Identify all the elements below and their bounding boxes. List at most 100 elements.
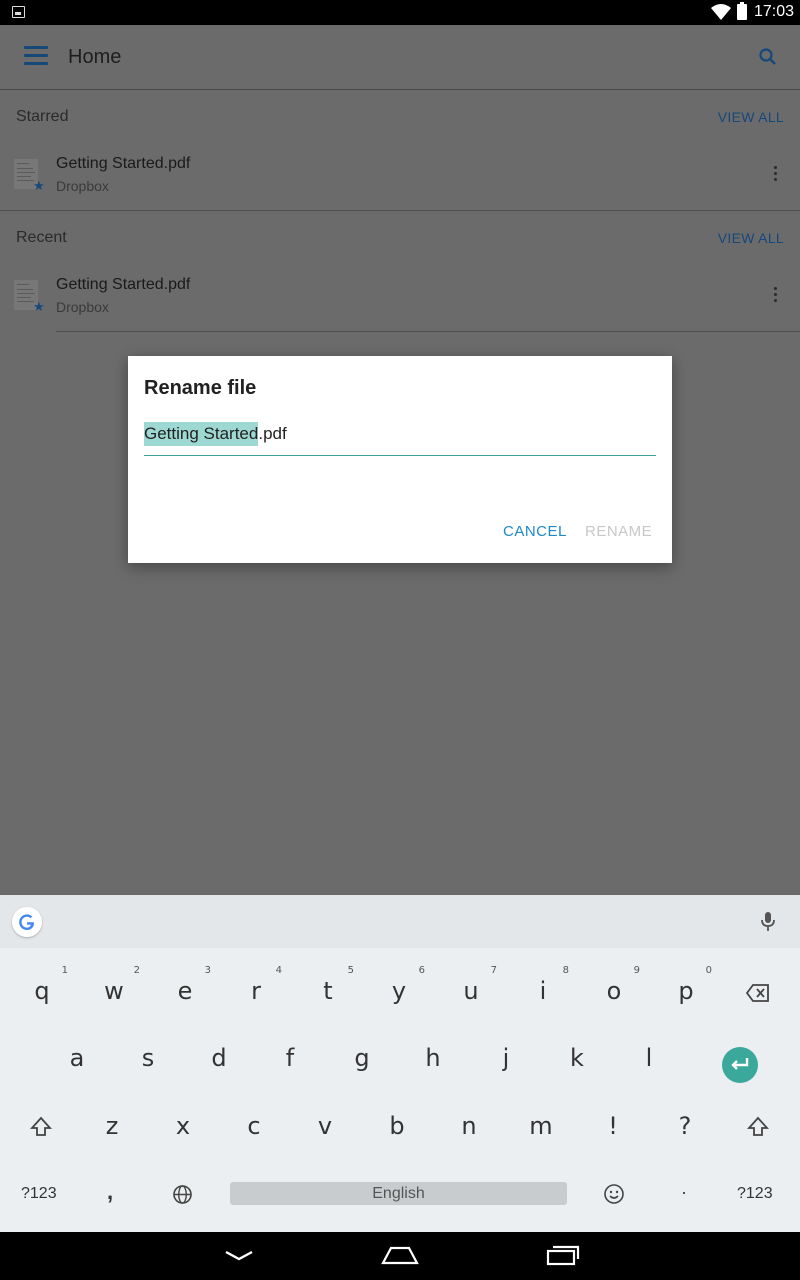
key-w[interactable]: w2 [84, 961, 144, 1021]
key-label: j [502, 1044, 510, 1072]
key-h[interactable]: h [403, 1028, 463, 1088]
status-time: 17:03 [754, 3, 795, 20]
key-label: q [34, 977, 50, 1005]
symbols-key-right[interactable]: ?123 [737, 1185, 773, 1203]
key-label: b [389, 1112, 405, 1140]
key-p[interactable]: p0 [656, 961, 716, 1021]
key-l[interactable]: l [619, 1028, 679, 1088]
key-hint: 9 [633, 965, 640, 976]
cancel-button[interactable]: CANCEL [503, 523, 567, 540]
dialog-title: Rename file [144, 377, 257, 399]
key-t[interactable]: t5 [298, 961, 358, 1021]
key-b[interactable]: b [367, 1096, 427, 1156]
enter-arrow-icon [731, 1058, 749, 1070]
toolbar: Home [0, 25, 800, 90]
recent-section-header: Recent VIEW ALL [0, 214, 800, 264]
key-label: m [529, 1112, 553, 1140]
enter-key[interactable] [722, 1047, 758, 1083]
key-f[interactable]: f [260, 1028, 320, 1088]
emoji-icon[interactable] [603, 1183, 625, 1205]
symbols-key-left[interactable]: ?123 [21, 1185, 57, 1203]
key-label: i [539, 977, 547, 1005]
key-hint: 1 [61, 965, 68, 976]
comma-key[interactable]: , [107, 1179, 113, 1205]
key-label: t [323, 977, 333, 1005]
starred-title: Starred [16, 108, 69, 125]
soft-keyboard: q1w2e3r4t5y6u7i8o9p0 asdfghjkl z x c v b n m!?… [0, 895, 800, 1232]
key-s[interactable]: s [118, 1028, 178, 1088]
key-r[interactable]: r4 [226, 961, 286, 1021]
key-n[interactable]: n [439, 1096, 499, 1156]
recent-file-row[interactable]: ★ Getting Started.pdf Dropbox [0, 262, 800, 332]
rename-button[interactable]: RENAME [585, 523, 652, 540]
key-k[interactable]: k [547, 1028, 607, 1088]
wifi-icon [711, 4, 731, 20]
key-hint: 4 [275, 965, 282, 976]
key-label: y [391, 977, 407, 1005]
key-a[interactable]: a [47, 1028, 107, 1088]
starred-file-row[interactable]: ★ Getting Started.pdf Dropbox [0, 141, 800, 211]
more-options-icon[interactable] [771, 287, 779, 307]
back-icon[interactable] [224, 1248, 254, 1262]
row-divider [56, 331, 800, 332]
key-u[interactable]: u7 [441, 961, 501, 1021]
recent-view-all-button[interactable]: VIEW ALL [718, 230, 784, 246]
globe-icon[interactable] [172, 1184, 193, 1205]
key-j[interactable]: j [476, 1028, 536, 1088]
hamburger-menu-icon[interactable] [24, 46, 48, 68]
space-key[interactable]: English [230, 1182, 567, 1205]
key-label: u [463, 977, 479, 1005]
shift-right-icon[interactable] [747, 1116, 769, 1138]
key-label: s [141, 1044, 155, 1072]
key-exclamation[interactable]: ! [583, 1096, 643, 1156]
key-e[interactable]: e3 [155, 961, 215, 1021]
unselected-text: .pdf [258, 424, 287, 443]
pdf-thumbnail-icon: ★ [14, 159, 45, 193]
key-o[interactable]: o9 [584, 961, 644, 1021]
key-question[interactable]: ? [655, 1096, 715, 1156]
key-q[interactable]: q1 [12, 961, 72, 1021]
key-z[interactable]: z [82, 1096, 142, 1156]
key-label: c [247, 1112, 261, 1140]
key-label: f [285, 1044, 295, 1072]
key-v[interactable]: v [295, 1096, 355, 1156]
recent-title: Recent [16, 229, 67, 246]
key-x[interactable]: x [153, 1096, 213, 1156]
google-logo-icon[interactable] [12, 907, 42, 937]
search-icon[interactable] [758, 47, 778, 67]
starred-view-all-button[interactable]: VIEW ALL [718, 109, 784, 125]
more-options-icon[interactable] [771, 166, 779, 186]
key-label: l [645, 1044, 653, 1072]
shift-left-icon[interactable] [30, 1116, 52, 1138]
key-d[interactable]: d [189, 1028, 249, 1088]
key-i[interactable]: i8 [513, 961, 573, 1021]
backspace-icon[interactable] [746, 984, 770, 1002]
microphone-icon[interactable] [758, 911, 778, 933]
status-bar: 17:03 [0, 0, 800, 25]
key-label: k [570, 1044, 584, 1072]
file-source: Dropbox [56, 299, 109, 315]
period-key[interactable]: · [681, 1182, 687, 1203]
key-label: z [105, 1112, 119, 1140]
key-y[interactable]: y6 [369, 961, 429, 1021]
home-icon[interactable] [381, 1245, 419, 1265]
recents-icon[interactable] [546, 1244, 580, 1266]
key-m[interactable]: m [511, 1096, 571, 1156]
key-label: v [317, 1112, 333, 1140]
key-hint: 3 [204, 965, 211, 976]
starred-section-header: Starred VIEW ALL [0, 93, 800, 143]
file-source: Dropbox [56, 178, 109, 194]
section-divider [0, 210, 800, 211]
key-g[interactable]: g [332, 1028, 392, 1088]
key-label: g [354, 1044, 370, 1072]
key-hint: 5 [347, 965, 354, 976]
key-label: r [251, 977, 261, 1005]
key-label: o [606, 977, 622, 1005]
rename-input[interactable]: Getting Started.pdf [144, 422, 656, 456]
key-hint: 6 [418, 965, 425, 976]
key-c[interactable]: c [224, 1096, 284, 1156]
image-notification-icon [12, 6, 25, 18]
key-hint: 2 [133, 965, 140, 976]
selected-text: Getting Started [144, 422, 259, 446]
key-hint: 7 [490, 965, 497, 976]
